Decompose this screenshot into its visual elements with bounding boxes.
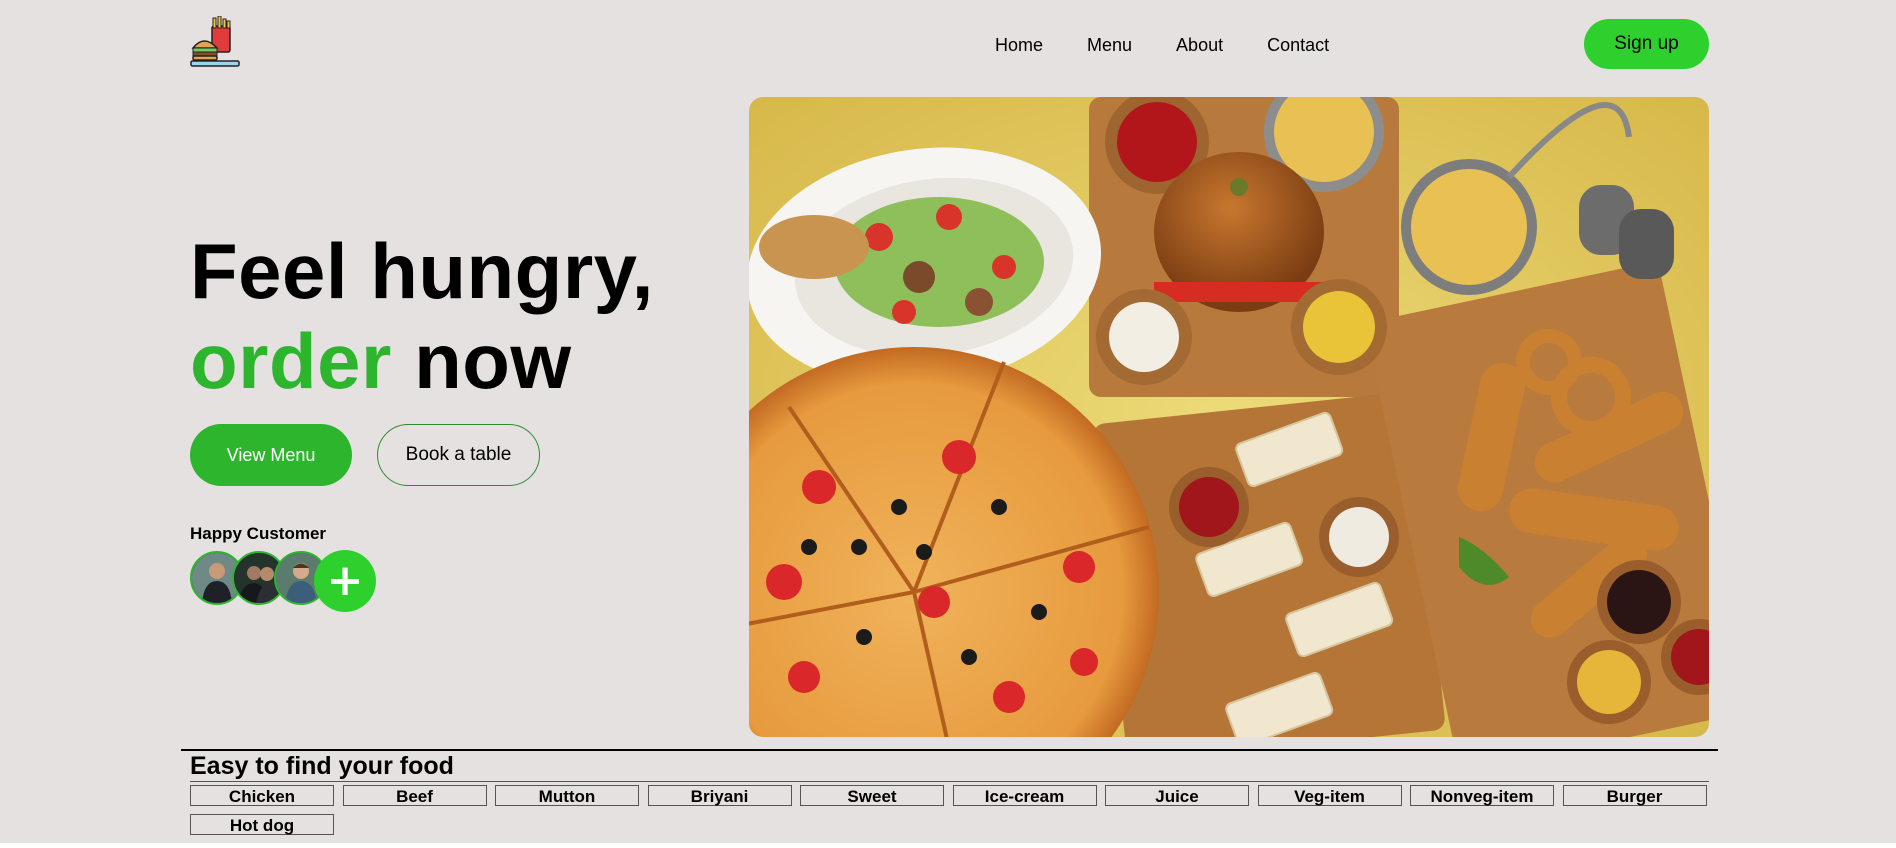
category-chicken-button[interactable]: Chicken — [190, 785, 334, 806]
headline-rest: now — [414, 317, 572, 405]
burger-fries-logo-icon[interactable] — [190, 16, 240, 68]
nav-contact-link[interactable]: Contact — [1267, 34, 1329, 56]
book-table-button[interactable]: Book a table — [377, 424, 540, 486]
add-customer-button[interactable]: + — [314, 550, 376, 612]
category-section-title: Easy to find your food — [190, 752, 454, 780]
category-nonvegitem-button[interactable]: Nonveg-item — [1410, 785, 1554, 806]
nav-menu-link[interactable]: Menu — [1087, 34, 1132, 56]
category-burger-button[interactable]: Burger — [1562, 785, 1707, 806]
category-juice-button[interactable]: Juice — [1105, 785, 1249, 806]
category-divider — [190, 781, 1709, 782]
category-vegitem-button[interactable]: Veg-item — [1257, 785, 1402, 806]
category-briyani-button[interactable]: Briyani — [647, 785, 792, 806]
view-menu-button[interactable]: View Menu — [190, 424, 352, 486]
nav-home-link[interactable]: Home — [995, 34, 1043, 56]
headline-green-word: order — [190, 317, 392, 405]
signup-button[interactable]: Sign up — [1584, 19, 1709, 69]
customer-avatars: + — [190, 550, 380, 613]
headline-line1: Feel hungry, — [190, 227, 654, 315]
page: Home Menu About Contact Sign up Feel hun… — [0, 0, 1896, 843]
category-hotdog-button[interactable]: Hot dog — [190, 814, 334, 835]
hero-headline: Feel hungry, order now — [190, 226, 654, 406]
category-mutton-button[interactable]: Mutton — [495, 785, 639, 806]
nav-about-link[interactable]: About — [1176, 34, 1223, 56]
category-icecream-button[interactable]: Ice-cream — [952, 785, 1097, 806]
category-sweet-button[interactable]: Sweet — [800, 785, 944, 806]
food-spread-photo — [749, 97, 1709, 737]
main-nav: Home Menu About Contact — [995, 34, 1373, 56]
category-beef-button[interactable]: Beef — [342, 785, 487, 806]
happy-customer-label: Happy Customer — [190, 524, 327, 543]
